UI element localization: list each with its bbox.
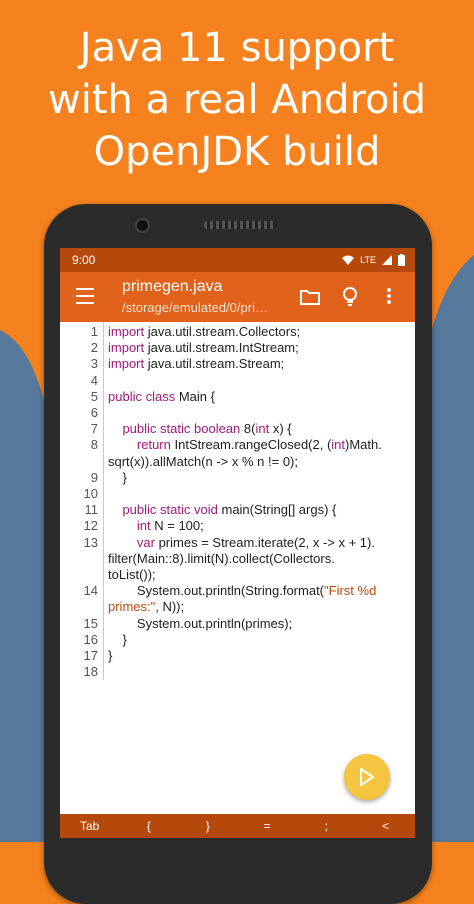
file-path: /storage/emulated/0/pri… <box>122 300 268 315</box>
symbol-keybar: Tab { } = ; < <box>60 814 415 838</box>
code-text: import java.util.stream.Stream; <box>108 356 285 372</box>
key-semicolon[interactable]: ; <box>297 814 356 838</box>
line-number: 18 <box>83 664 98 680</box>
code-text: toList()); <box>108 567 156 582</box>
headline-line-2: with a real Android <box>48 77 426 123</box>
code-text: } <box>108 631 127 647</box>
code-text: } <box>108 469 127 485</box>
code-text: System.out.println(String.format("First … <box>108 583 377 599</box>
status-icons: LTE <box>342 254 405 266</box>
status-time: 9:00 <box>72 253 96 267</box>
code-text: filter(Main::8).limit(N).collect(Collect… <box>108 550 335 566</box>
code-editor[interactable]: 1 import java.util.stream.Collectors; 2 imp… <box>60 322 415 814</box>
code-text: import java.util.stream.Collectors; <box>108 324 301 339</box>
key-equals[interactable]: = <box>238 814 297 838</box>
signal-icon <box>382 255 392 265</box>
code-text: } <box>108 648 113 663</box>
speaker-grille <box>204 221 276 229</box>
lightbulb-icon[interactable] <box>342 286 358 308</box>
gutter-divider <box>103 322 104 680</box>
line-number: 16 <box>83 631 98 647</box>
code-text: int N = 100; <box>136 518 204 534</box>
run-button[interactable] <box>344 754 390 800</box>
line-number: 7 <box>90 421 98 437</box>
line-number: 15 <box>83 615 98 631</box>
code-text: return IntStream.rangeClosed(2, (int)Mat… <box>136 437 382 453</box>
code-text: import java.util.stream.IntStream; <box>108 340 299 356</box>
key-open-brace[interactable]: { <box>119 814 178 838</box>
line-number: 8 <box>90 437 98 453</box>
headline-line-3: OpenJDK build <box>93 129 381 175</box>
network-type: LTE <box>360 255 376 265</box>
line-number: 3 <box>90 356 98 372</box>
code-text: var primes = Stream.iterate(2, x -> x + … <box>136 534 375 550</box>
camera-icon <box>135 218 150 233</box>
app-screen: 9:00 LTE primegen.java /storage/emulated… <box>60 248 415 838</box>
play-icon <box>360 768 374 786</box>
key-tab[interactable]: Tab <box>60 814 119 838</box>
line-number: 17 <box>83 648 98 663</box>
line-number: 1 <box>90 324 98 339</box>
battery-icon <box>398 254 405 266</box>
code-text: primes:", N)); <box>108 599 185 615</box>
line-number: 6 <box>90 405 98 420</box>
status-bar: 9:00 LTE <box>60 248 415 272</box>
wifi-icon <box>342 255 355 265</box>
headline-line-1: Java 11 support <box>79 25 395 71</box>
key-close-brace[interactable]: } <box>178 814 237 838</box>
app-bar: primegen.java /storage/emulated/0/pri… <box>60 272 415 322</box>
line-number: 14 <box>83 583 98 599</box>
line-number: 5 <box>90 388 98 404</box>
phone-frame: 9:00 LTE primegen.java /storage/emulated… <box>44 204 432 904</box>
code-text: System.out.println(primes); <box>108 615 293 631</box>
promo-headline: Java 11 support with a real Android Open… <box>0 22 474 178</box>
file-title: primegen.java <box>122 278 223 295</box>
folder-icon[interactable] <box>300 289 320 305</box>
line-number: 13 <box>83 534 98 550</box>
line-number: 4 <box>90 372 98 388</box>
line-number: 2 <box>90 340 98 356</box>
more-vert-icon[interactable] <box>387 288 391 304</box>
code-text: sqrt(x)).allMatch(n -> x % n != 0); <box>108 453 298 469</box>
line-number: 12 <box>83 518 98 534</box>
code-text: public static boolean 8(int x) { <box>122 421 292 437</box>
line-number: 10 <box>83 486 98 501</box>
line-number: 9 <box>90 469 98 485</box>
code-text: public class Main { <box>108 388 215 404</box>
menu-icon[interactable] <box>76 288 94 304</box>
line-number: 11 <box>84 502 99 518</box>
code-text: public static void main(String[] args) { <box>122 502 337 518</box>
key-less-than[interactable]: < <box>356 814 415 838</box>
